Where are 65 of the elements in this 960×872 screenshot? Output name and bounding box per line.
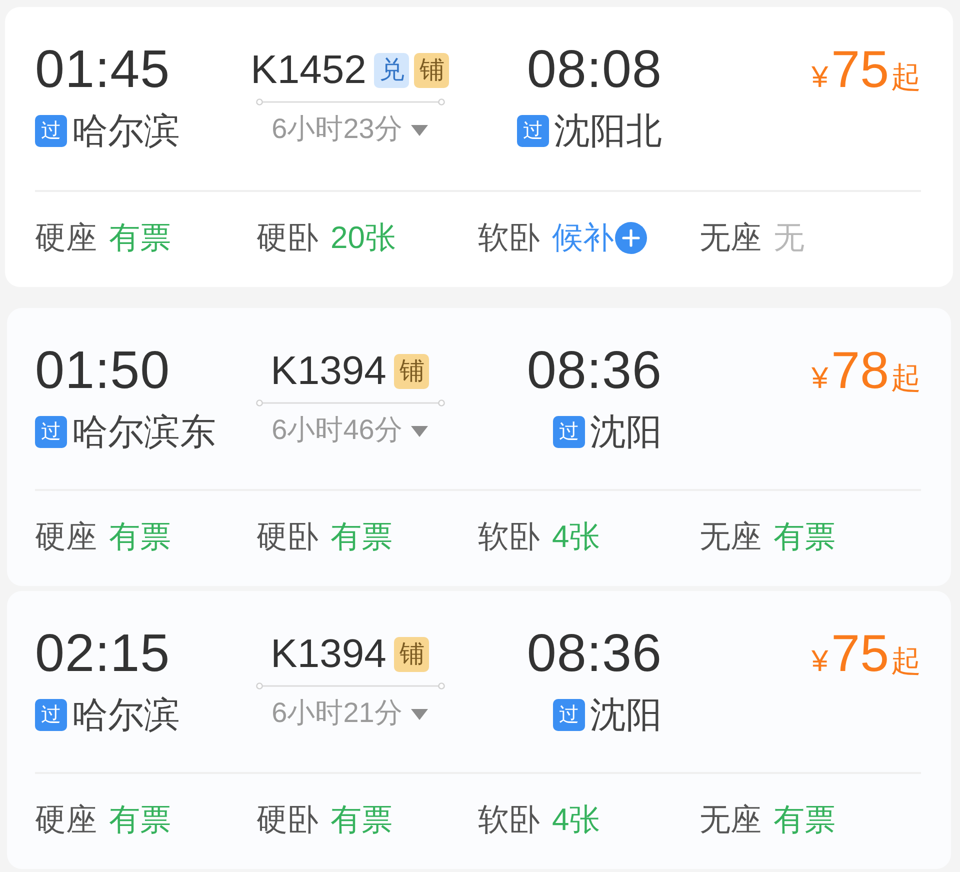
seat-availability: 4张 [552,518,600,556]
berth-tag: 铺 [394,354,430,388]
arrival-time: 08:36 [526,341,662,401]
seat-class: 硬卧 [256,518,318,556]
seat-class: 软卧 [478,219,540,257]
seat-class: 无座 [700,518,762,556]
seat-class: 软卧 [478,518,540,556]
seat-availability[interactable]: 候补 [552,218,614,258]
price: ¥78起 [811,341,921,401]
seat-availability: 有票 [330,801,392,839]
departure-station: 哈尔滨 [72,111,180,151]
caret-icon[interactable] [411,124,428,136]
seat-class: 硬座 [35,219,97,257]
train-card[interactable]: 02:15 过 哈尔滨 K1394 铺 6小时21分 08:36 过 沈阳 ¥75起 硬座 有票 硬卧 有票 软卧 4张 无座 有票 [7,591,951,869]
pass-through-tag: 过 [35,416,67,448]
pass-through-tag: 过 [553,699,585,731]
seat-availability: 有票 [330,518,392,556]
train-number: K1394 [270,348,386,394]
seat-availability: 有票 [109,219,171,257]
caret-icon[interactable] [411,426,428,436]
train-number: K1394 [270,631,386,677]
pass-through-tag: 过 [35,699,67,731]
travel-duration[interactable]: 6小时23分 [272,112,402,146]
seat-availability: 无 [774,219,804,257]
berth-tag: 铺 [414,52,450,88]
exchange-tag: 兑 [374,52,410,88]
seat-class: 硬座 [35,801,97,839]
seat-availability: 4张 [552,801,600,839]
departure-station: 哈尔滨 [72,695,180,735]
pass-through-tag: 过 [553,416,585,448]
seat-availability: 有票 [109,518,171,556]
arrival-station: 沈阳北 [554,111,662,151]
pass-through-tag: 过 [35,115,67,147]
train-card[interactable]: 01:45 过 哈尔滨 K1452 兑 铺 6小时23分 08:08 过 沈阳北 ¥75起 硬座 有票 硬卧 20张 软卧 候补 无座 无 [5,7,953,287]
seat-class: 软卧 [478,801,540,839]
arrival-station: 沈阳 [590,412,662,452]
seat-class: 无座 [700,219,762,257]
train-card[interactable]: 01:50 过 哈尔滨东 K1394 铺 6小时46分 08:36 过 沈阳 ¥78起 硬座 有票 硬卧 有票 软卧 4张 无座 有票 [7,308,951,586]
seat-availability: 有票 [774,801,836,839]
arrival-time: 08:36 [526,624,662,684]
arrival-time: 08:08 [526,40,662,100]
seat-class: 硬座 [35,518,97,556]
seat-class: 无座 [700,801,762,839]
seat-availability: 有票 [109,801,171,839]
route-line-icon [256,98,444,106]
route-line-icon [256,682,444,690]
departure-station: 哈尔滨东 [72,412,216,452]
seat-availability: 20张 [330,219,396,257]
plus-icon[interactable] [615,222,647,254]
departure-time: 01:50 [35,341,170,401]
seat-availability: 有票 [774,518,836,556]
caret-icon[interactable] [411,708,428,720]
travel-duration[interactable]: 6小时21分 [272,696,402,730]
berth-tag: 铺 [394,636,430,672]
seat-class: 硬卧 [256,801,318,839]
route-line-icon [256,399,444,407]
price: ¥75起 [811,40,921,100]
price: ¥75起 [811,624,921,684]
travel-duration[interactable]: 6小时46分 [272,413,402,447]
departure-time: 02:15 [35,624,170,684]
arrival-station: 沈阳 [590,695,662,735]
departure-time: 01:45 [35,40,170,100]
pass-through-tag: 过 [517,115,549,147]
seat-class: 硬卧 [256,219,318,257]
train-number: K1452 [250,47,366,93]
